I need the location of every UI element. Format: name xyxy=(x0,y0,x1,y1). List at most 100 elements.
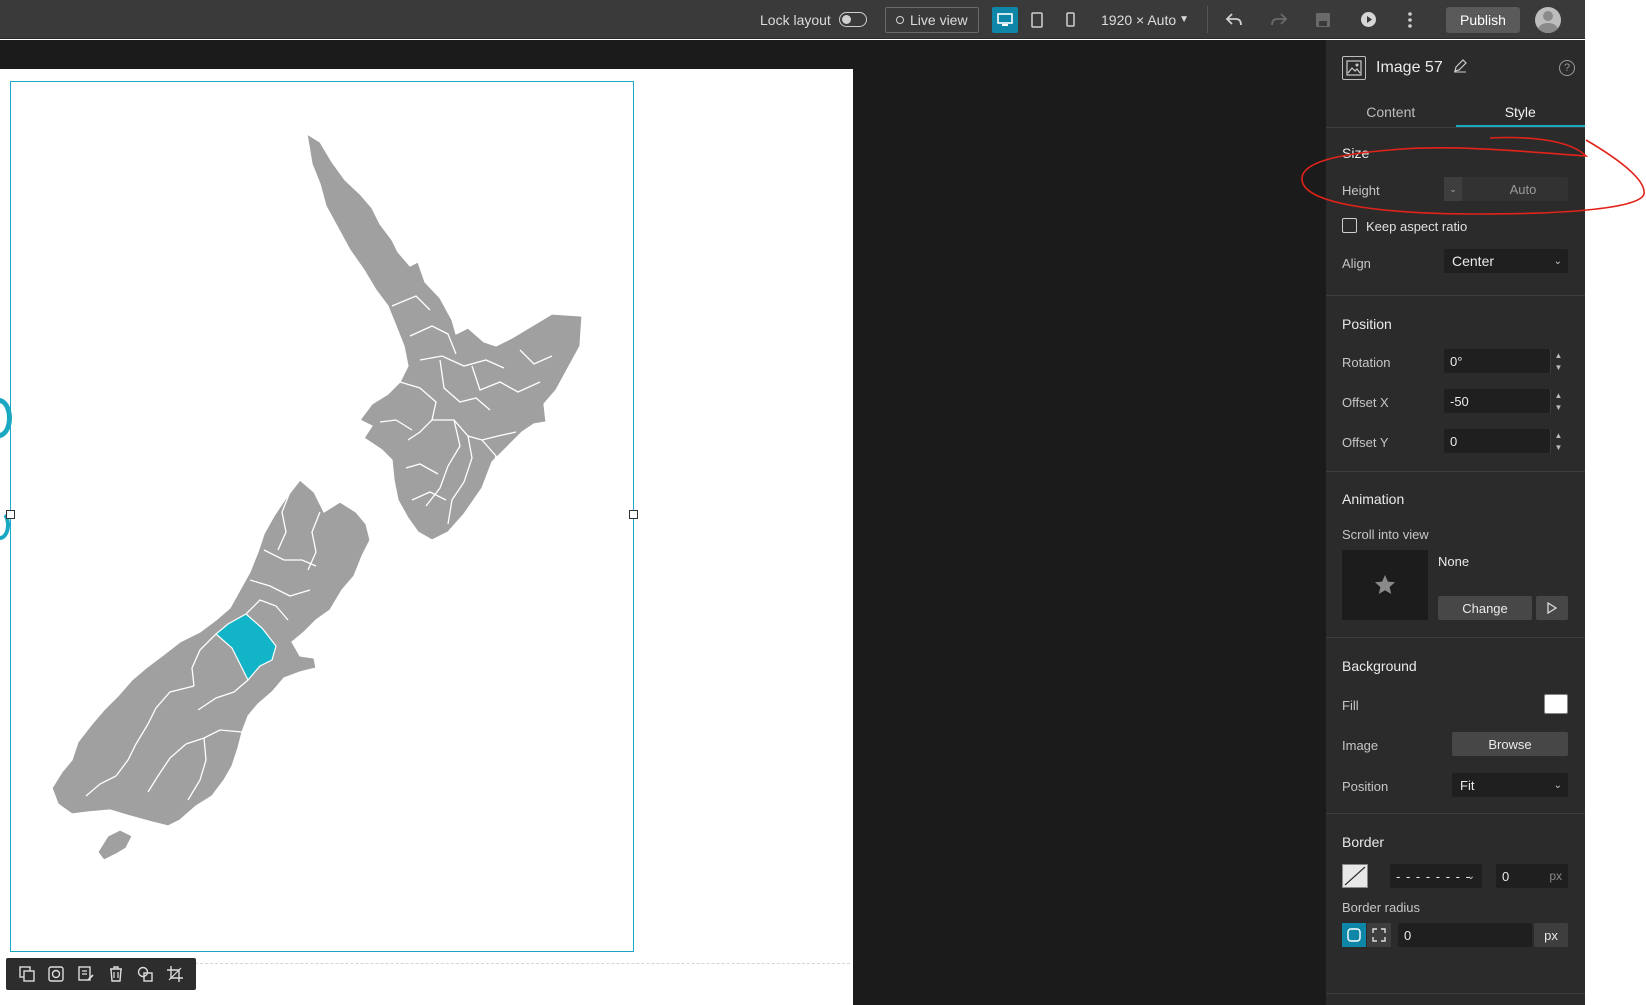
phone-view-button[interactable] xyxy=(1057,7,1083,33)
offset-y-stepper[interactable]: ▲ ▼ xyxy=(1550,429,1566,453)
tab-style[interactable]: Style xyxy=(1455,98,1585,127)
image-type-icon xyxy=(1342,56,1366,80)
align-dropdown[interactable]: Center ⌄ xyxy=(1444,249,1568,273)
image-swap-icon xyxy=(48,966,65,982)
offset-y-label: Offset Y xyxy=(1342,435,1389,450)
more-vertical-icon xyxy=(1408,11,1412,28)
background-position-dropdown[interactable]: Fit ⌄ xyxy=(1452,773,1568,797)
fill-label: Fill xyxy=(1342,698,1359,713)
animation-section-title: Animation xyxy=(1342,491,1405,507)
fill-color-swatch[interactable] xyxy=(1544,694,1568,714)
top-toolbar: Lock layout Live view 1920 × Auto ▼ Publ… xyxy=(0,0,1585,39)
size-section-title: Size xyxy=(1342,145,1370,161)
shape-button[interactable] xyxy=(133,962,157,986)
radius-individual-corners-button[interactable] xyxy=(1367,923,1391,947)
height-label: Height xyxy=(1342,183,1380,198)
lock-layout-control[interactable]: Lock layout xyxy=(760,0,867,39)
height-unit-dropdown[interactable]: ⌄ xyxy=(1444,177,1462,201)
live-view-button[interactable]: Live view xyxy=(885,6,979,33)
position-section-title: Position xyxy=(1342,316,1392,332)
redo-button[interactable] xyxy=(1270,0,1288,39)
element-title: Image 57 xyxy=(1376,59,1443,76)
change-animation-button[interactable]: Change xyxy=(1438,596,1532,620)
save-icon xyxy=(1316,12,1330,27)
tab-content[interactable]: Content xyxy=(1326,98,1456,127)
border-width-input[interactable]: 0 px xyxy=(1496,864,1568,888)
rounded-square-icon xyxy=(1347,928,1361,942)
image-label: Image xyxy=(1342,738,1379,753)
live-dot-icon xyxy=(896,15,904,24)
rotation-input[interactable]: 0° xyxy=(1444,349,1550,373)
animation-value: None xyxy=(1438,554,1470,569)
background-section-title: Background xyxy=(1342,658,1417,674)
trash-icon xyxy=(109,966,122,982)
help-icon[interactable]: ? xyxy=(1559,60,1575,76)
border-section: Border - - - - - - - - ⌄ 0 px Border rad… xyxy=(1326,814,1585,994)
desktop-view-button[interactable] xyxy=(992,6,1018,33)
toolbar-divider xyxy=(1207,6,1208,33)
resize-handle-right[interactable] xyxy=(629,510,638,519)
replace-image-button[interactable] xyxy=(44,962,68,986)
live-view-label: Live view xyxy=(910,11,968,28)
offset-y-input[interactable]: 0 xyxy=(1444,429,1550,453)
resolution-label: 1920 × Auto xyxy=(1101,11,1177,28)
stepper-down-icon[interactable]: ▼ xyxy=(1551,361,1566,373)
rotation-stepper[interactable]: ▲ ▼ xyxy=(1550,349,1566,373)
undo-icon xyxy=(1225,12,1242,25)
border-style-dropdown[interactable]: - - - - - - - - ⌄ xyxy=(1390,864,1482,888)
caret-down-icon: ▼ xyxy=(1179,14,1190,25)
lock-layout-toggle[interactable] xyxy=(838,12,867,27)
user-avatar[interactable] xyxy=(1535,6,1561,33)
star-icon xyxy=(1375,575,1395,594)
section-divider xyxy=(190,963,850,964)
offset-x-stepper[interactable]: ▲ ▼ xyxy=(1550,389,1566,413)
preview-play-button[interactable] xyxy=(1360,0,1377,39)
stepper-up-icon[interactable]: ▲ xyxy=(1551,349,1566,361)
rotation-label: Rotation xyxy=(1342,355,1391,370)
delete-button[interactable] xyxy=(104,962,128,986)
shapes-icon xyxy=(138,966,154,982)
style-panel: Image 57 ? Content Style Size Height Aut… xyxy=(1325,40,1585,1005)
border-radius-unit: px xyxy=(1534,923,1568,947)
offset-x-input[interactable]: -50 xyxy=(1444,389,1550,413)
save-button[interactable] xyxy=(1315,0,1331,39)
resolution-dropdown[interactable]: 1920 × Auto ▼ xyxy=(1101,0,1189,39)
position-section: Position Rotation 0° ▲ ▼ Offset X -50 ▲ ▼ … xyxy=(1326,296,1585,472)
stepper-up-icon[interactable]: ▲ xyxy=(1551,389,1566,401)
border-color-swatch[interactable] xyxy=(1342,864,1368,888)
border-width-unit: px xyxy=(1549,869,1562,883)
duplicate-button[interactable] xyxy=(15,962,39,986)
image-selection-frame[interactable] xyxy=(6,81,638,952)
animation-preview xyxy=(1342,550,1428,620)
animation-section: Animation Scroll into view None Change xyxy=(1326,472,1585,638)
edit-caption-button[interactable] xyxy=(74,962,98,986)
rename-button[interactable] xyxy=(1453,58,1467,78)
panel-tabs: Content Style xyxy=(1326,98,1585,128)
tablet-icon xyxy=(1031,11,1043,28)
phone-icon xyxy=(1065,12,1075,27)
border-style-value: - - - - - - - - xyxy=(1396,868,1471,884)
resize-handle-left[interactable] xyxy=(6,510,15,519)
play-animation-button[interactable] xyxy=(1536,596,1568,620)
more-options-button[interactable] xyxy=(1407,0,1413,39)
chevron-down-icon: ⌄ xyxy=(1449,183,1457,194)
undo-button[interactable] xyxy=(1225,0,1243,39)
desktop-icon xyxy=(997,12,1013,26)
publish-button[interactable]: Publish xyxy=(1446,6,1520,33)
play-outline-icon xyxy=(1547,602,1557,614)
align-label: Align xyxy=(1342,256,1371,271)
stepper-down-icon[interactable]: ▼ xyxy=(1551,441,1566,453)
tablet-view-button[interactable] xyxy=(1024,7,1050,33)
stepper-up-icon[interactable]: ▲ xyxy=(1551,429,1566,441)
stepper-down-icon[interactable]: ▼ xyxy=(1551,401,1566,413)
keep-aspect-ratio-checkbox[interactable] xyxy=(1342,218,1357,233)
radius-all-corners-button[interactable] xyxy=(1342,923,1366,947)
crop-button[interactable] xyxy=(163,962,187,986)
element-toolbar xyxy=(6,958,196,990)
browse-button[interactable]: Browse xyxy=(1452,732,1568,756)
border-width-value: 0 xyxy=(1502,868,1510,884)
border-radius-input[interactable]: 0 xyxy=(1398,923,1532,947)
size-section: Size Height Auto ⌄ Keep aspect ratio Ali… xyxy=(1326,128,1585,296)
height-field[interactable]: Auto xyxy=(1444,177,1568,201)
border-section-title: Border xyxy=(1342,834,1385,850)
